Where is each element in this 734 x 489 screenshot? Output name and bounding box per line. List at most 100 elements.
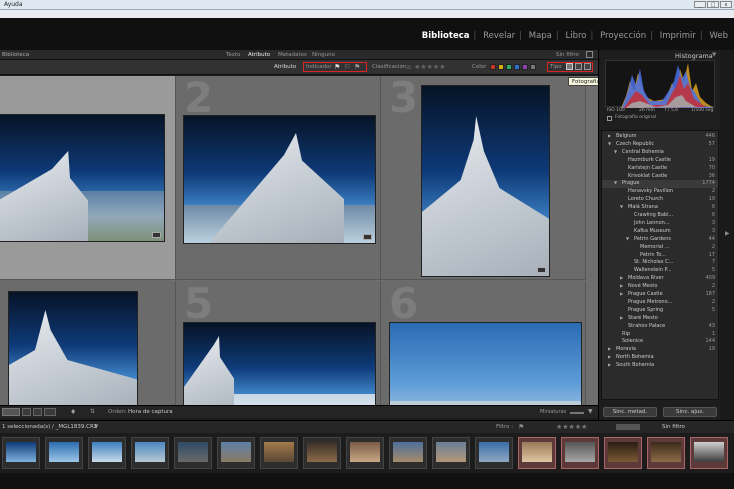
grid-cell[interactable] — [0, 281, 176, 405]
filmstrip-filter-select[interactable]: Sin filtro — [662, 424, 685, 430]
keyword-row[interactable]: Hazmburk Castle 19 — [602, 157, 718, 165]
filmstrip-thumbnail[interactable] — [518, 437, 556, 469]
filter-tab-atributo[interactable]: Atributo — [248, 52, 270, 58]
filter-tab-ninguno[interactable]: Ninguno — [312, 52, 335, 58]
module-biblioteca[interactable]: Biblioteca — [422, 31, 470, 41]
sync-metadata-button[interactable]: Sinc. metad. — [603, 407, 657, 417]
module-web[interactable]: Web — [709, 31, 728, 41]
module-revelar[interactable]: Revelar — [483, 31, 515, 41]
thumbnail-size-slider[interactable] — [570, 412, 584, 414]
maximize-button[interactable]: □ — [707, 1, 719, 8]
disclosure-arrow-icon[interactable]: ▶ — [620, 283, 623, 288]
keyword-row[interactable]: Kafka Museum 3 — [602, 228, 718, 236]
keyword-row[interactable]: Petrin To... 17 — [602, 252, 718, 260]
keyword-row[interactable]: Loreto Church 19 — [602, 196, 718, 204]
close-button[interactable]: x — [720, 1, 732, 8]
grid-cell[interactable]: 3 — [381, 76, 586, 280]
lock-icon[interactable] — [586, 51, 593, 58]
disclosure-arrow-icon[interactable]: ▼ — [620, 204, 623, 209]
color-label-chip[interactable] — [530, 64, 536, 70]
disclosure-arrow-icon[interactable]: ▶ — [608, 354, 611, 359]
filmstrip-thumbnail[interactable] — [604, 437, 642, 469]
keyword-row[interactable]: ▶ South Bohemia — [602, 362, 718, 370]
original-photo-checkbox[interactable] — [607, 116, 612, 121]
filmstrip-thumbnail[interactable] — [45, 437, 83, 469]
filmstrip-thumbnail[interactable] — [647, 437, 685, 469]
keyword-row[interactable]: ▼ Prague 1774 — [602, 180, 718, 188]
rating-stars[interactable]: ≥ ★★★★★ — [406, 63, 445, 71]
keyword-row[interactable]: ▶ Moravia 19 — [602, 346, 718, 354]
filter-tab-texto[interactable]: Texto — [226, 52, 241, 58]
master-photos-toggle[interactable] — [566, 63, 573, 70]
photo-thumbnail[interactable] — [183, 322, 376, 405]
help-menu[interactable]: Ayuda — [4, 1, 23, 8]
metadata-badge[interactable] — [363, 234, 372, 240]
color-label-chip[interactable] — [498, 64, 504, 70]
photo-thumbnail[interactable] — [183, 115, 376, 244]
keyword-row[interactable]: ▼ Malá Strana 6 — [602, 204, 718, 212]
keyword-row[interactable]: Solenice 144 — [602, 338, 718, 346]
filmstrip-thumbnail[interactable] — [260, 437, 298, 469]
metadata-badge[interactable] — [152, 232, 161, 238]
filmstrip-thumbnail[interactable] — [346, 437, 384, 469]
disclosure-arrow-icon[interactable]: ▶ — [620, 275, 623, 280]
keyword-row[interactable]: St. Nicholas C... 7 — [602, 259, 718, 267]
disclosure-arrow-icon[interactable]: ▶ — [608, 362, 611, 367]
disclosure-arrow-icon[interactable]: ▼ — [608, 141, 611, 146]
photo-thumbnail[interactable] — [421, 85, 550, 277]
toolbar-menu-icon[interactable]: ▼ — [588, 408, 593, 415]
photo-thumbnail[interactable] — [8, 291, 138, 405]
keyword-row[interactable]: ▼ Czech Republic 57 — [602, 141, 718, 149]
compare-view-icon[interactable] — [33, 408, 42, 416]
grid-view-icon[interactable] — [2, 408, 20, 416]
keyword-row[interactable]: Wallenstein P... 5 — [602, 267, 718, 275]
flag-rejected-icon[interactable]: ⚑ — [354, 63, 360, 71]
keyword-row[interactable]: Rip 1 — [602, 331, 718, 339]
flag-unflagged-icon[interactable]: ⚐ — [344, 63, 350, 71]
photo-thumbnail[interactable] — [0, 114, 165, 242]
keyword-row[interactable]: Hanavsky Pavilion 2 — [602, 188, 718, 196]
keyword-row[interactable]: ▶ Nové Mesto 2 — [602, 283, 718, 291]
filter-tab-metadatos[interactable]: Metadatos — [278, 52, 307, 58]
filmstrip-thumbnail[interactable] — [217, 437, 255, 469]
filmstrip-thumbnail[interactable] — [2, 437, 40, 469]
disclosure-arrow-icon[interactable]: ▶ — [608, 346, 611, 351]
disclosure-arrow-icon[interactable]: ▼ — [614, 180, 617, 185]
filmstrip-thumbnail[interactable] — [88, 437, 126, 469]
keyword-row[interactable]: Karlstejn Castle 70 — [602, 165, 718, 173]
module-proyeccion[interactable]: Proyección — [600, 31, 646, 41]
disclosure-arrow-icon[interactable]: ▼ — [614, 149, 617, 154]
disclosure-arrow-icon[interactable]: ▼ — [626, 236, 629, 241]
virtual-copies-toggle[interactable] — [575, 63, 582, 70]
sync-settings-button[interactable]: Sinc. ajus. — [663, 407, 717, 417]
grid-cell[interactable]: 5 — [176, 279, 381, 405]
keyword-row[interactable]: ▼ Petrin Gardens 44 — [602, 236, 718, 244]
color-label-chip[interactable] — [514, 64, 520, 70]
sort-order-select[interactable]: Hora de captura — [128, 409, 173, 415]
keyword-row[interactable]: ▶ Staré Mesto — [602, 315, 718, 323]
metadata-badge[interactable] — [537, 267, 546, 273]
keyword-row[interactable]: Prague Spring 5 — [602, 307, 718, 315]
filmstrip-thumbnail[interactable] — [690, 437, 728, 469]
keyword-row[interactable]: Crawling Babi... 6 — [602, 212, 718, 220]
filmstrip-thumbnail[interactable] — [432, 437, 470, 469]
module-imprimir[interactable]: Imprimir — [660, 31, 696, 41]
selection-info[interactable]: 1 seleccionada(s) / _MGL1839.CR2 — [2, 424, 97, 430]
videos-toggle[interactable] — [584, 63, 591, 70]
filmstrip-thumbnail[interactable] — [389, 437, 427, 469]
keyword-row[interactable]: Strahov Palace 43 — [602, 323, 718, 331]
survey-view-icon[interactable] — [44, 408, 56, 416]
keyword-row[interactable]: ▶ Prague Castle 187 — [602, 291, 718, 299]
grid-cell[interactable]: 2 — [176, 76, 381, 280]
filmstrip-color-filter[interactable] — [616, 424, 640, 430]
color-label-chip[interactable] — [522, 64, 528, 70]
filmstrip-thumbnail[interactable] — [303, 437, 341, 469]
filmstrip-thumbnail[interactable] — [131, 437, 169, 469]
sort-direction-icon[interactable]: ⇅ — [90, 408, 95, 415]
selection-dropdown-icon[interactable]: ▼ — [94, 424, 98, 430]
keyword-row[interactable]: Memorial ... 2 — [602, 244, 718, 252]
minimize-button[interactable]: _ — [694, 1, 706, 8]
disclosure-arrow-icon[interactable]: ▶ — [620, 291, 623, 296]
keyword-row[interactable]: ▶ Belgium 446 — [602, 133, 718, 141]
collapse-right-arrow-icon[interactable]: ▶ — [725, 230, 730, 237]
